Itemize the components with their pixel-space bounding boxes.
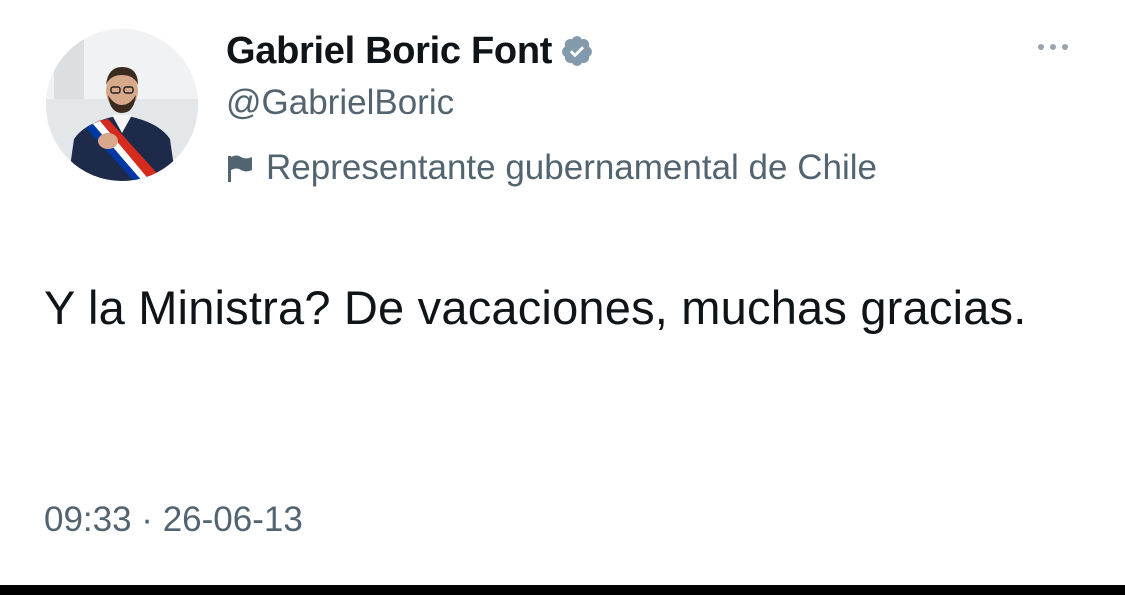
tweet-text: Y la Ministra? De vacaciones, muchas gra…: [44, 281, 1027, 334]
author-display-name[interactable]: Gabriel Boric Font: [226, 30, 552, 73]
author-name-row[interactable]: Gabriel Boric Font: [226, 28, 594, 74]
bottom-edge-bar: [0, 585, 1125, 595]
more-options-icon-dot: [1050, 44, 1056, 50]
tweet-timestamp[interactable]: 09:33 · 26-06-13: [44, 500, 303, 540]
tweet-card: Gabriel Boric Font @GabrielBoric Represe…: [0, 0, 1125, 585]
more-options-icon: [1038, 44, 1044, 50]
affiliation-label[interactable]: Representante gubernamental de Chile: [226, 145, 877, 191]
author-handle[interactable]: @GabrielBoric: [226, 83, 454, 123]
more-options-button[interactable]: [1028, 34, 1078, 60]
verified-badge-icon: [560, 34, 594, 68]
affiliation-label-text: Representante gubernamental de Chile: [266, 148, 877, 187]
avatar[interactable]: [46, 29, 198, 181]
flag-icon: [226, 153, 254, 183]
avatar-photo: [46, 29, 198, 181]
more-options-icon-dot: [1062, 44, 1068, 50]
